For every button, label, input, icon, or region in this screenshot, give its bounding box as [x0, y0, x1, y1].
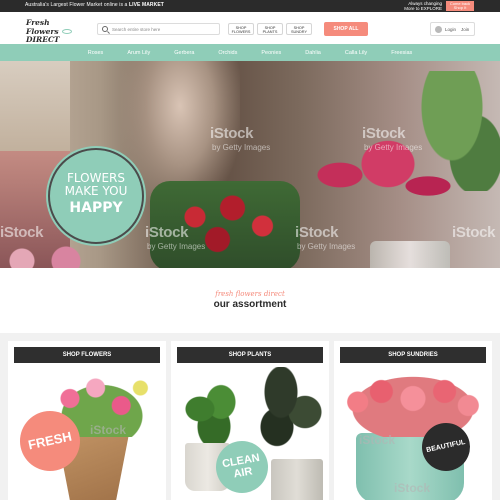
nav-item-orchids[interactable]: Orchids [206, 50, 249, 56]
site-header: Fresh Flowers DIRECT SHOP FLOWERS SHOP P… [0, 12, 500, 44]
watermark-subtext: by Getty Images [212, 143, 271, 152]
watermark-text: iStock [394, 481, 431, 495]
category-nav: Roses Arum Lily Gerbera Orchids Peonies … [0, 44, 500, 61]
watermark-text: iStock [0, 224, 44, 241]
account-box: Login Join [430, 22, 475, 36]
shop-plants-button[interactable]: SHOP PLANTS [257, 23, 283, 35]
announcement-text: Australia's Largest Flower Market online… [25, 2, 164, 8]
watermark-text: iStock [145, 224, 189, 241]
shop-flowers-button[interactable]: SHOP FLOWERS [228, 23, 254, 35]
nav-item-calla-lily[interactable]: Calla Lily [333, 50, 379, 56]
watermark-text: iStock [452, 224, 496, 241]
shop-nav-category: FLOWERS [231, 29, 251, 34]
announcement-prefix: Australia's Largest Flower Market online… [25, 2, 129, 8]
card-shop-plants[interactable]: CLEAN AIR SHOP PLANTS [171, 341, 329, 500]
logo-line2: DIRECT [26, 35, 60, 44]
watermark-text: iStock [362, 125, 406, 142]
watermark-text: iStock [90, 423, 127, 437]
card-shop-sundries[interactable]: iStock iStock BEAUTIFUL SHOP SUNDRIES [334, 341, 492, 500]
shop-nav-category: SUNDRY [291, 29, 307, 34]
user-icon [435, 26, 442, 33]
shop-all-button[interactable]: SHOP ALL [324, 22, 368, 36]
card-title-shop-sundries[interactable]: SHOP SUNDRIES [340, 347, 486, 363]
nav-item-peonies[interactable]: Peonies [249, 50, 293, 56]
happy-badge: FLOWERS MAKE YOU HAPPY [48, 148, 144, 244]
site-logo[interactable]: Fresh Flowers DIRECT [26, 18, 76, 44]
logo-leaf-icon [62, 29, 72, 34]
hero-vase [370, 241, 450, 268]
watermark-text: iStock [210, 125, 254, 142]
announcement-right-text: Always changing More to EXPLORE [404, 1, 442, 11]
watermark-subtext: by Getty Images [147, 242, 206, 251]
watermark-subtext: by Getty Images [297, 242, 356, 251]
section-tagline: fresh flowers direct [215, 290, 285, 298]
watermark-text: iStock [295, 224, 339, 241]
announcement-highlight: LIVE MARKET [128, 2, 164, 8]
badge-line3: HAPPY [69, 200, 123, 216]
join-link[interactable]: Join [461, 27, 469, 32]
sundry-flowers [334, 367, 492, 437]
nav-item-arum-lily[interactable]: Arum Lily [115, 50, 162, 56]
nav-item-roses[interactable]: Roses [76, 50, 116, 56]
search-input[interactable] [112, 25, 217, 33]
badge-line2: MAKE YOU [64, 184, 128, 198]
card-title-shop-flowers[interactable]: SHOP FLOWERS [14, 347, 160, 363]
watermark-text: iStock [359, 433, 396, 447]
nav-item-freesias[interactable]: Freesias [379, 50, 424, 56]
announcement-cta-button[interactable]: Come back Shop It [446, 1, 474, 11]
search-icon[interactable] [102, 26, 108, 32]
login-link[interactable]: Login [445, 27, 456, 32]
cta-line2: Shop It [453, 5, 467, 10]
shop-nav-category: PLANTS [262, 29, 278, 34]
nav-item-gerbera[interactable]: Gerbera [162, 50, 206, 56]
hero-banner[interactable]: iStock by Getty Images iStock by Getty I… [0, 61, 500, 268]
nav-item-dahlia[interactable]: Dahlia [293, 50, 333, 56]
watermark-subtext: by Getty Images [364, 143, 423, 152]
shop-nav: SHOP FLOWERS SHOP PLANTS SHOP SUNDRY [228, 23, 312, 35]
announcement-bar: Australia's Largest Flower Market online… [0, 0, 500, 12]
announcement-right-line2: More to EXPLORE [404, 6, 442, 11]
hero-pink-flowers [0, 246, 110, 268]
plant-pot-right [271, 459, 323, 500]
search-box[interactable] [97, 23, 220, 35]
shop-sundry-button[interactable]: SHOP SUNDRY [286, 23, 312, 35]
card-title-shop-plants[interactable]: SHOP PLANTS [177, 347, 323, 363]
card-shop-flowers[interactable]: iStock FRESH SHOP FLOWERS [8, 341, 166, 500]
section-heading: our assortment [213, 299, 287, 310]
